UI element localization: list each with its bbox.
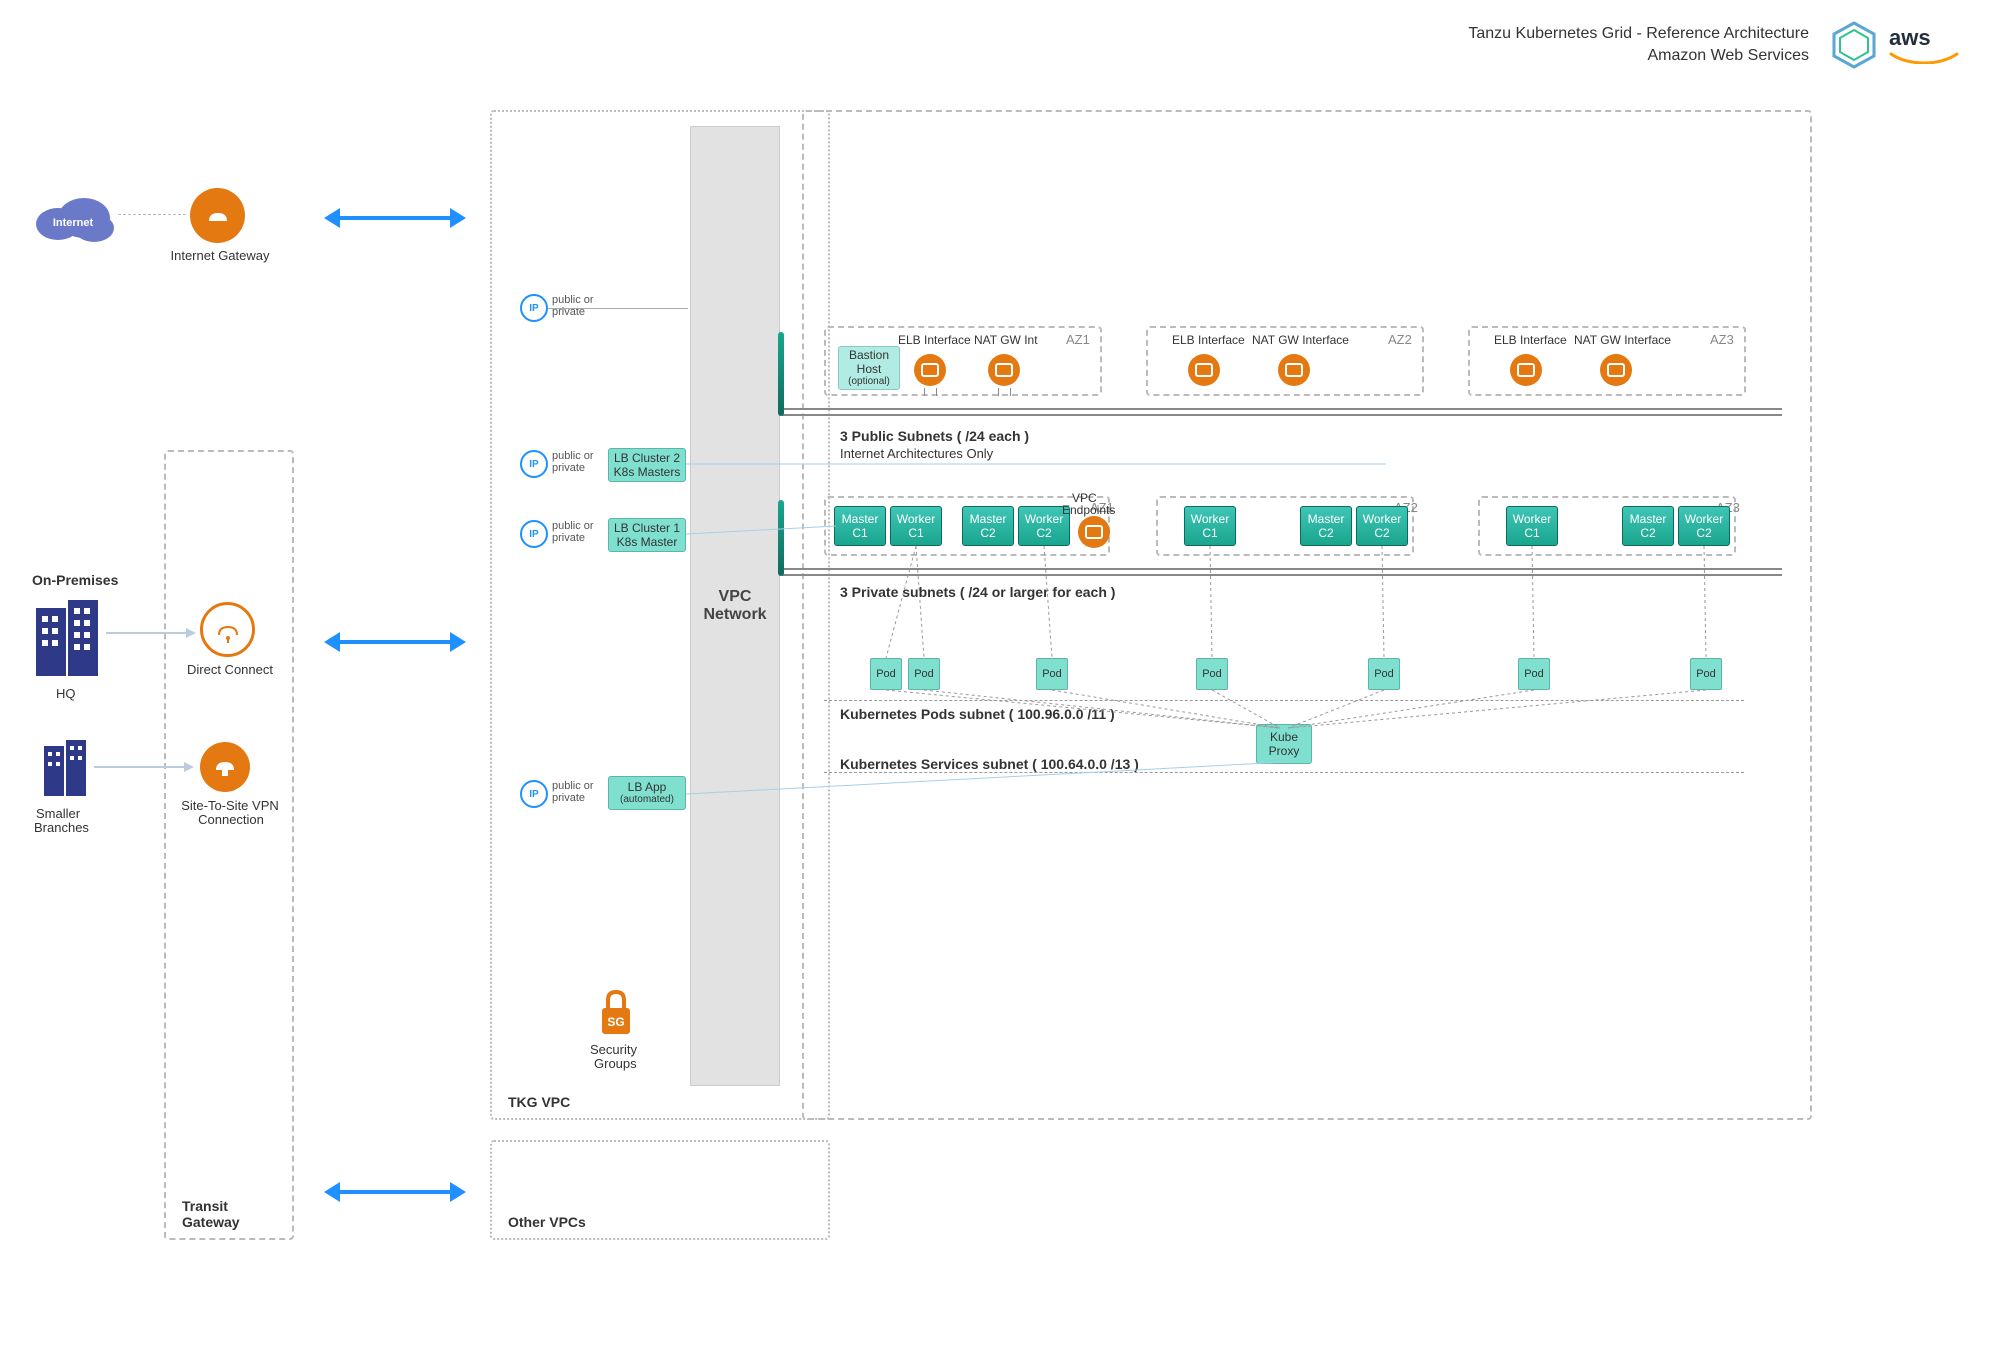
direct-connect-label: Direct Connect xyxy=(186,662,274,678)
pod-5: Pod xyxy=(1368,658,1400,690)
onprem-label: On-Premises xyxy=(28,572,122,588)
branch-s2s-line xyxy=(94,762,194,772)
header-subtitle: Amazon Web Services xyxy=(1468,45,1809,67)
az1-master-c1: MasterC1 xyxy=(834,506,886,546)
pod-4: Pod xyxy=(1196,658,1228,690)
public-subnets-label: 3 Public Subnets ( /24 each ) xyxy=(836,428,1033,444)
pod-3: Pod xyxy=(1036,658,1068,690)
az2-elb-icon xyxy=(1188,354,1220,386)
vpcend2: Endpoints xyxy=(1062,504,1115,517)
aws-smile-icon xyxy=(1889,52,1959,64)
vpc-label2: Network xyxy=(691,606,779,624)
services-subnet-line xyxy=(824,772,1744,773)
az3-nat-icon xyxy=(1600,354,1632,386)
public-subnets-label2: Internet Architectures Only xyxy=(836,446,997,461)
arrow-transit-other xyxy=(330,1190,460,1194)
vpc-label1: VPC xyxy=(691,588,779,606)
sg-label2: Groups xyxy=(594,1056,637,1072)
branch-building-icon xyxy=(40,740,90,800)
ip-badge-2: IP xyxy=(520,450,548,478)
az1-pub-label: AZ1 xyxy=(1066,332,1090,347)
transit-gateway-box: Transit Gateway xyxy=(164,450,294,1240)
internet-gateway-label: Internet Gateway xyxy=(170,248,270,264)
other-vpcs-box: Other VPCs xyxy=(490,1140,830,1240)
arrow-transit-tkg xyxy=(330,640,460,644)
bastion-host-box: BastionHost(optional) xyxy=(838,346,900,390)
internet-gateway-icon xyxy=(190,188,245,243)
services-subnet-label: Kubernetes Services subnet ( 100.64.0.0 … xyxy=(836,756,1143,772)
pod-7: Pod xyxy=(1690,658,1722,690)
pod-2: Pod xyxy=(908,658,940,690)
ip-badge-4: IP xyxy=(520,780,548,808)
header-text: Tanzu Kubernetes Grid - Reference Archit… xyxy=(1468,23,1809,68)
az3-master-c2: MasterC2 xyxy=(1622,506,1674,546)
branches-label2: Branches xyxy=(34,820,89,836)
svg-text:Internet: Internet xyxy=(53,217,94,229)
az2-nat-icon xyxy=(1278,354,1310,386)
security-group-icon: SG xyxy=(596,990,636,1038)
internet-cloud-icon: Internet xyxy=(28,188,118,248)
az3-worker-c2: WorkerC2 xyxy=(1678,506,1730,546)
az1-elb-icon xyxy=(914,354,946,386)
ip-badge-1: IP xyxy=(520,294,548,322)
lb-app-box: LB App(automated) xyxy=(608,776,686,810)
aws-logo: aws xyxy=(1889,25,1959,65)
ip-badge-3: IP xyxy=(520,520,548,548)
arrow-igw-tkg xyxy=(330,216,460,220)
az3-elb-label: ELB Interface xyxy=(1494,334,1567,347)
region-box xyxy=(802,110,1812,1120)
header: Tanzu Kubernetes Grid - Reference Archit… xyxy=(1468,20,1959,70)
hq-building-icon xyxy=(34,600,104,680)
private-bracket xyxy=(778,500,784,576)
az2-worker-c1: WorkerC1 xyxy=(1184,506,1236,546)
vpc-endpoints-icon xyxy=(1078,516,1110,548)
az2-pub-label: AZ2 xyxy=(1388,332,1412,347)
tkg-vpc-label: TKG VPC xyxy=(504,1094,574,1110)
direct-connect-icon xyxy=(200,602,255,657)
header-title: Tanzu Kubernetes Grid - Reference Archit… xyxy=(1468,23,1809,45)
other-vpcs-label: Other VPCs xyxy=(504,1214,590,1230)
az2-nat-label: NAT GW Interface xyxy=(1252,334,1349,347)
transit-gateway-label: Transit Gateway xyxy=(178,1198,292,1230)
az2-master-c2: MasterC2 xyxy=(1300,506,1352,546)
az2-elb-label: ELB Interface xyxy=(1172,334,1245,347)
logo-box: aws xyxy=(1829,20,1959,70)
hq-dc-line xyxy=(106,628,196,638)
pods-subnet-label: Kubernetes Pods subnet ( 100.96.0.0 /11 … xyxy=(836,706,1119,722)
kube-proxy-box: KubeProxy xyxy=(1256,724,1312,764)
s2s-vpn-icon xyxy=(200,742,250,792)
az1-elb-label: ELB Interface xyxy=(898,334,971,347)
az1-nat-icon xyxy=(988,354,1020,386)
az2-worker-c2: WorkerC2 xyxy=(1356,506,1408,546)
svg-text:SG: SG xyxy=(607,1015,624,1029)
pod-1: Pod xyxy=(870,658,902,690)
lb-cluster2-box: LB Cluster 2K8s Masters xyxy=(608,448,686,482)
az1-worker-c1: WorkerC1 xyxy=(890,506,942,546)
vpc-network-bar: VPC Network xyxy=(690,126,780,1086)
az3-elb-icon xyxy=(1510,354,1542,386)
az3-nat-label: NAT GW Interface xyxy=(1574,334,1671,347)
az3-worker-c1: WorkerC1 xyxy=(1506,506,1558,546)
pod-6: Pod xyxy=(1518,658,1550,690)
lb-cluster1-box: LB Cluster 1K8s Master xyxy=(608,518,686,552)
private-subnets-label: 3 Private subnets ( /24 or larger for ea… xyxy=(836,584,1119,600)
az1-nat-label: NAT GW Int xyxy=(974,334,1038,347)
pods-subnet-line xyxy=(824,700,1744,701)
tanzu-hex-icon xyxy=(1829,20,1879,70)
aws-text: aws xyxy=(1889,25,1959,51)
public-bracket xyxy=(778,332,784,416)
az3-pub-label: AZ3 xyxy=(1710,332,1734,347)
s2s-vpn-label2: Connection xyxy=(196,812,266,828)
az1-master-c2: MasterC2 xyxy=(962,506,1014,546)
hq-label: HQ xyxy=(56,686,76,702)
